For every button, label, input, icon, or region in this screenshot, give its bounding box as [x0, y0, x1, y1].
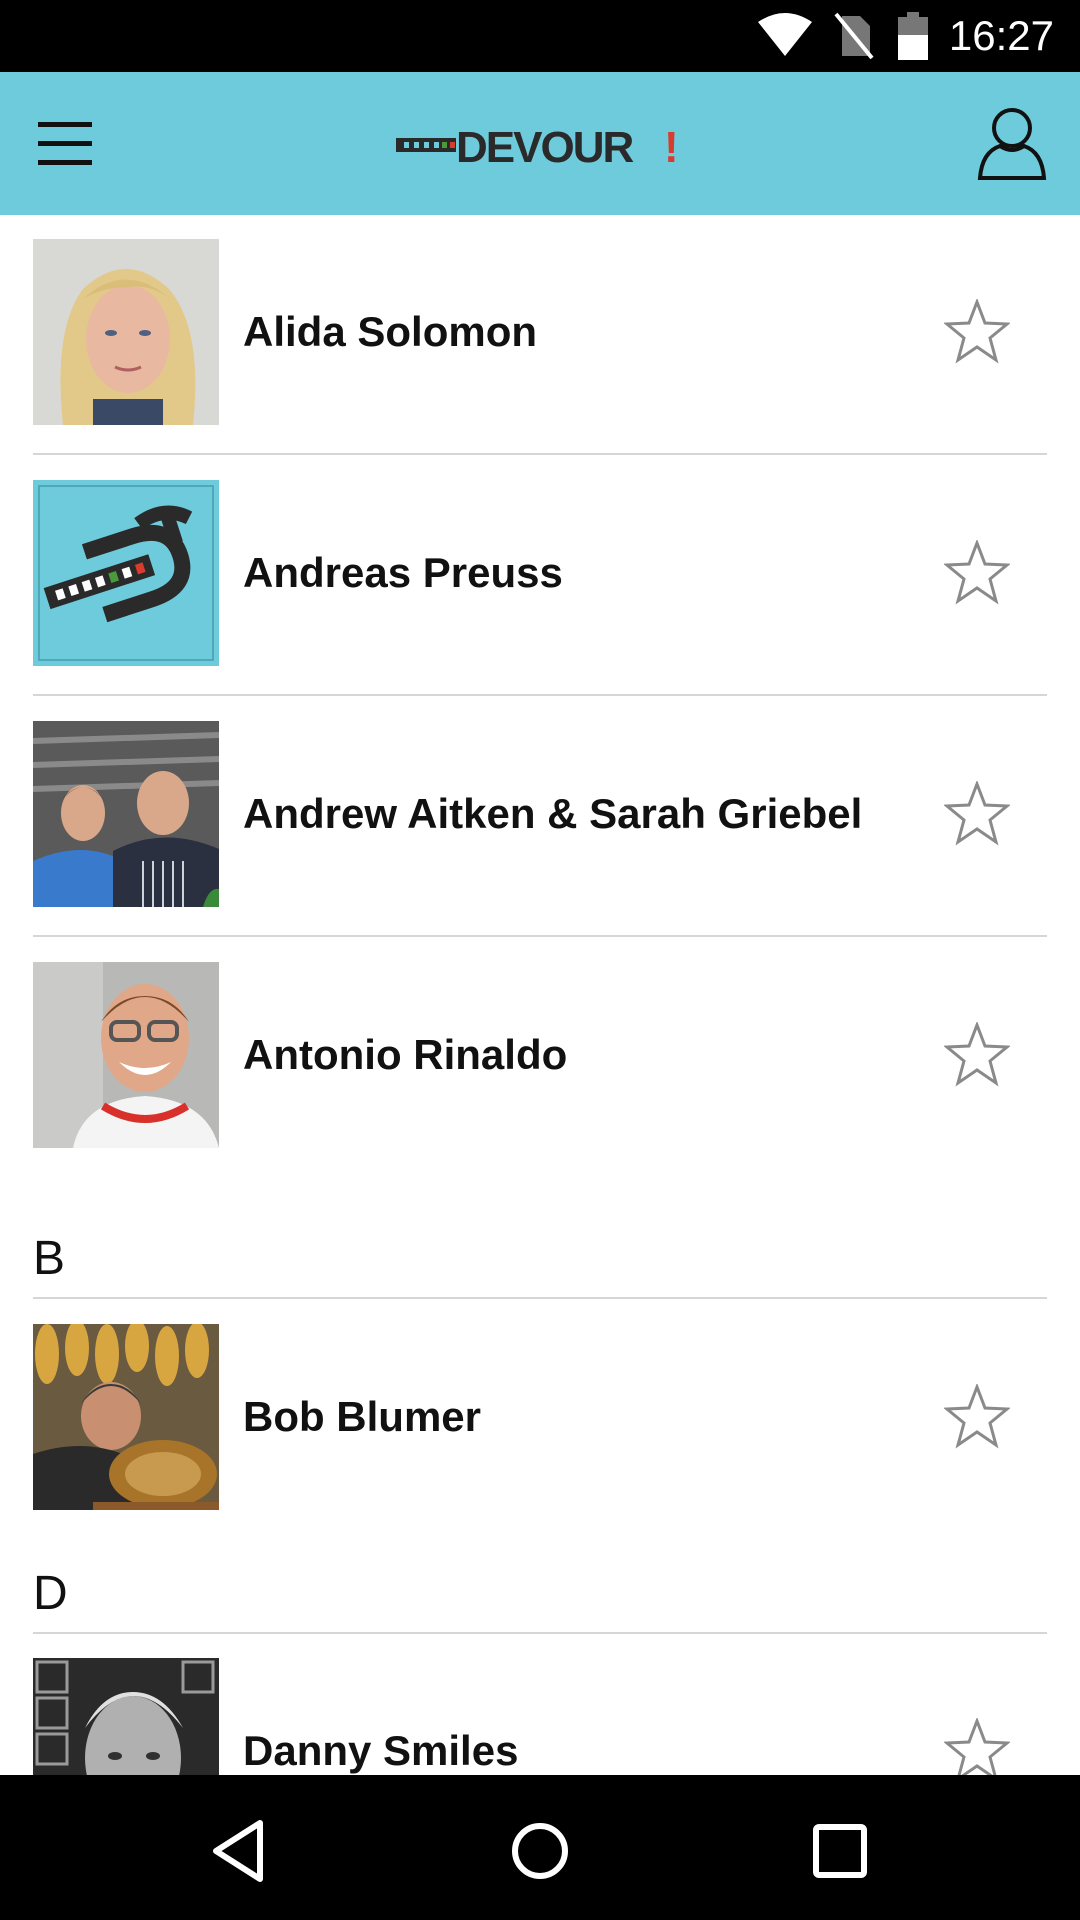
wifi-icon: [756, 12, 814, 63]
chef-name: Alida Solomon: [243, 308, 537, 355]
divider: [33, 453, 1047, 455]
list-item[interactable]: Danny Smiles: [0, 1634, 1080, 1775]
avatar: [33, 721, 219, 907]
favorite-star-icon[interactable]: [943, 1020, 1011, 1088]
avatar: [33, 1324, 219, 1510]
divider: [33, 935, 1047, 937]
devour-logo: DEVOUR !: [396, 116, 684, 176]
home-button[interactable]: [500, 1811, 580, 1891]
chef-name: Bob Blumer: [243, 1393, 482, 1440]
list-item[interactable]: Antonio Rinaldo: [0, 938, 1080, 1178]
favorite-star-icon[interactable]: [943, 1716, 1011, 1775]
hamburger-menu-icon: [38, 122, 92, 165]
avatar: [33, 1658, 219, 1775]
system-nav-bar: [0, 1775, 1080, 1920]
divider: [33, 1297, 1047, 1299]
svg-text:DEVOUR: DEVOUR: [456, 123, 633, 172]
favorite-star-icon[interactable]: [943, 297, 1011, 365]
profile-button[interactable]: [976, 106, 1048, 182]
no-sim-icon: [834, 12, 874, 65]
section-letter: B: [33, 1232, 66, 1285]
avatar: [33, 962, 219, 1148]
user-profile-icon: [977, 108, 1047, 180]
svg-text:!: !: [664, 123, 679, 172]
avatar: [33, 239, 219, 425]
list-item[interactable]: Andreas Preuss: [0, 456, 1080, 696]
home-icon: [512, 1823, 568, 1879]
list-item[interactable]: Alida Solomon: [0, 215, 1080, 455]
favorite-star-icon[interactable]: [943, 538, 1011, 606]
back-button[interactable]: [200, 1811, 280, 1891]
chef-name: Antonio Rinaldo: [243, 1031, 568, 1078]
section-header-d: D: [0, 1514, 1080, 1634]
chef-name: Danny Smiles: [243, 1727, 519, 1774]
back-icon: [213, 1820, 263, 1882]
section-header-b: B: [0, 1179, 1080, 1299]
chef-name: Andreas Preuss: [243, 549, 563, 596]
divider: [33, 694, 1047, 696]
section-letter: D: [33, 1567, 68, 1620]
favorite-star-icon[interactable]: [943, 779, 1011, 847]
list-item[interactable]: Andrew Aitken & Sarah Griebel: [0, 697, 1080, 937]
menu-button[interactable]: [30, 112, 100, 176]
chef-list[interactable]: Alida Solomon Andreas Preuss Andrew Aitk…: [0, 215, 1080, 1775]
avatar: [33, 480, 219, 666]
battery-icon: [898, 12, 928, 65]
status-bar: 16:27: [0, 0, 1080, 72]
list-item[interactable]: Bob Blumer: [0, 1300, 1080, 1540]
recents-button[interactable]: [800, 1811, 880, 1891]
chef-name: Andrew Aitken & Sarah Griebel: [243, 790, 863, 837]
app-bar: DEVOUR !: [0, 72, 1080, 215]
status-time: 16:27: [948, 12, 1054, 59]
favorite-star-icon[interactable]: [943, 1382, 1011, 1450]
recents-icon: [813, 1824, 867, 1878]
